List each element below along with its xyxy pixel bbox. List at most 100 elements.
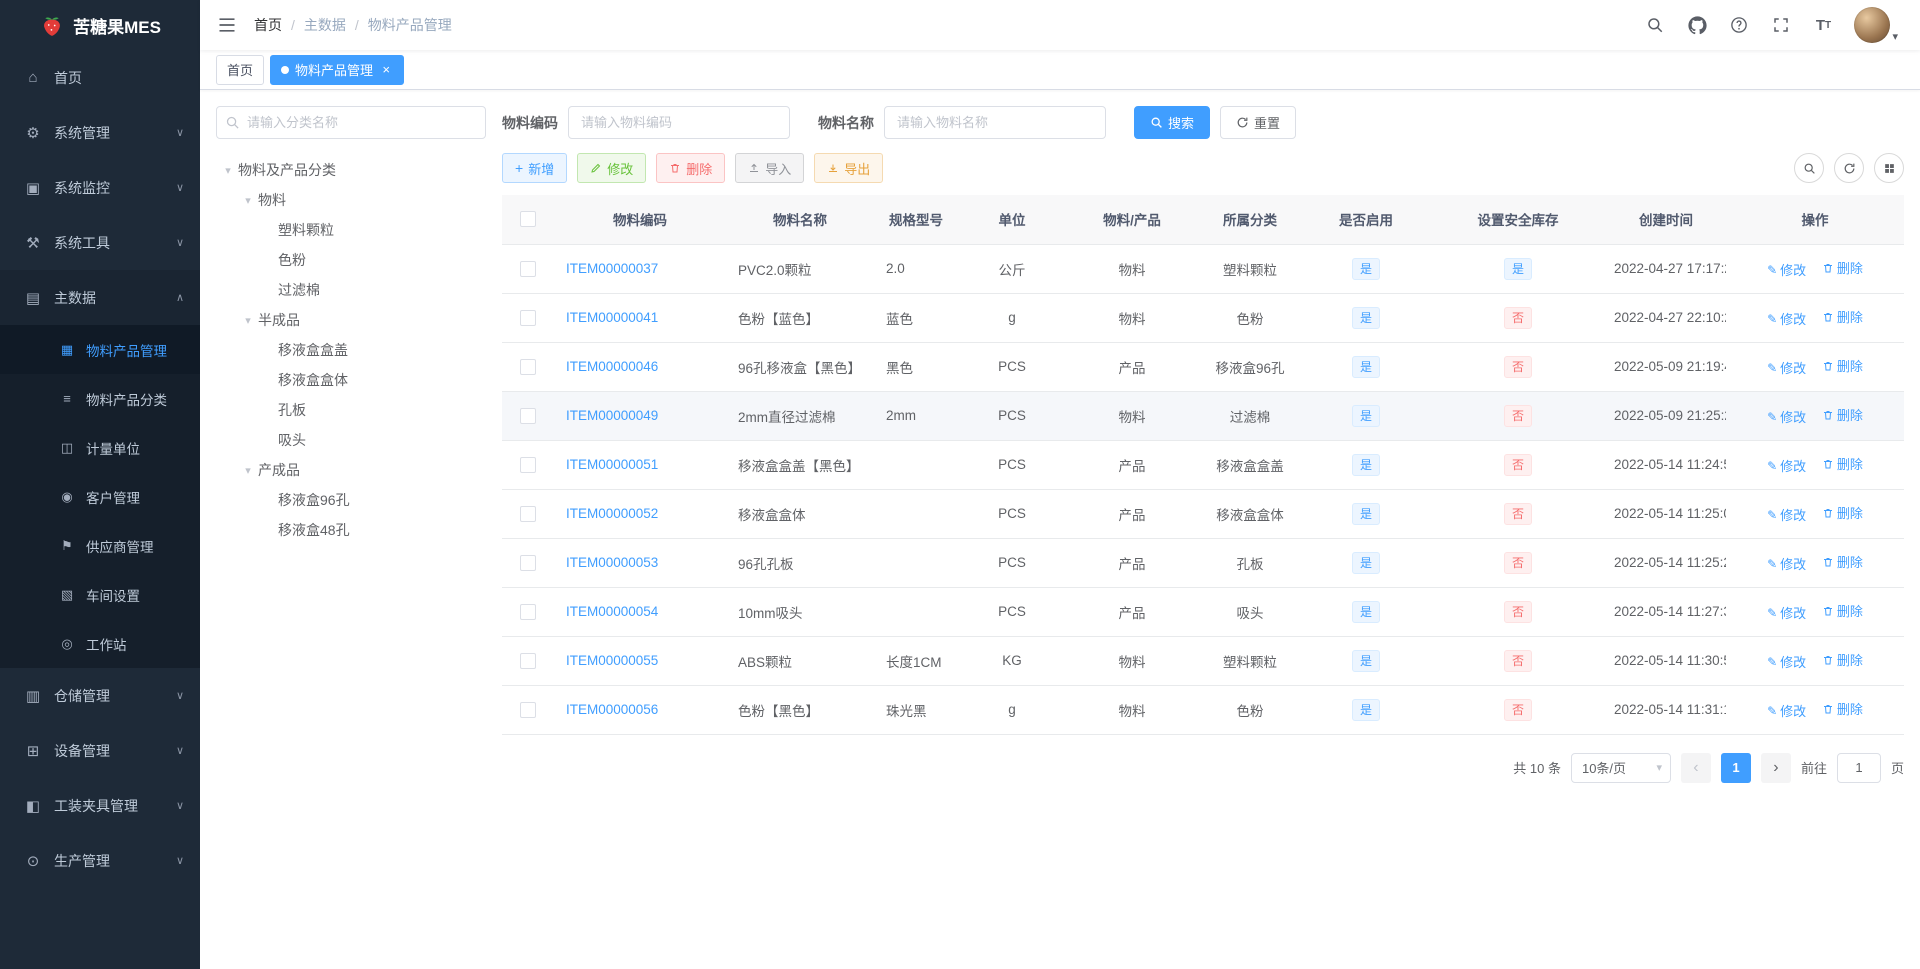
next-page-button[interactable] [1760, 752, 1791, 783]
sidebar-item[interactable]: ◎ 工作站 [0, 619, 200, 668]
tree-node[interactable]: 移液盒96孔 [216, 485, 486, 515]
github-icon[interactable] [1686, 14, 1708, 36]
sidebar-item[interactable]: ▣ 系统监控 ∨ [0, 160, 200, 215]
tree-node[interactable]: 孔板 [216, 395, 486, 425]
category-search-input[interactable] [216, 106, 486, 139]
column-settings-button[interactable] [1874, 153, 1904, 183]
tab[interactable]: 物料产品管理 [270, 54, 405, 85]
breadcrumb-item[interactable]: 首页 [254, 15, 304, 35]
material-code-link[interactable]: ITEM00000053 [566, 555, 658, 570]
table-row[interactable]: ITEM00000041 色粉【蓝色】 蓝色 g 物料 色粉 是 否 2022-… [502, 293, 1904, 343]
material-code-link[interactable]: ITEM00000049 [566, 408, 658, 423]
sidebar-item[interactable]: ⚑ 供应商管理 [0, 521, 200, 570]
row-checkbox[interactable] [520, 603, 536, 620]
import-button[interactable]: 导入 [735, 153, 805, 183]
sidebar-item[interactable]: ▦ 物料产品管理 [0, 325, 200, 374]
sidebar-item[interactable]: ▧ 车间设置 [0, 570, 200, 619]
delete-link[interactable]: 删除 [1822, 699, 1863, 718]
delete-button[interactable]: 删除 [656, 153, 726, 183]
table-row[interactable]: ITEM00000046 96孔移液盒【黑色】 黑色 PCS 产品 移液盒96孔… [502, 342, 1904, 392]
select-all-checkbox[interactable] [520, 211, 536, 228]
delete-link[interactable]: 删除 [1822, 503, 1863, 522]
table-row[interactable]: ITEM00000037 PVC2.0颗粒 2.0 公斤 物料 塑料颗粒 是 是… [502, 244, 1904, 294]
material-code-link[interactable]: ITEM00000041 [566, 310, 658, 325]
row-checkbox[interactable] [520, 554, 536, 571]
help-icon[interactable] [1728, 14, 1750, 36]
search-button[interactable]: 搜索 [1134, 106, 1211, 139]
toggle-search-button[interactable] [1794, 153, 1824, 183]
table-row[interactable]: ITEM00000055 ABS颗粒 长度1CM KG 物料 塑料颗粒 是 否 … [502, 636, 1904, 686]
row-checkbox[interactable] [520, 260, 536, 277]
edit-link[interactable]: ✎ 修改 [1767, 554, 1806, 573]
table-row[interactable]: ITEM00000049 2mm直径过滤棉 2mm PCS 物料 过滤棉 是 否… [502, 391, 1904, 441]
row-checkbox[interactable] [520, 652, 536, 669]
material-code-link[interactable]: ITEM00000046 [566, 359, 658, 374]
sidebar-item[interactable]: ⊞ 设备管理 ∨ [0, 723, 200, 778]
delete-link[interactable]: 删除 [1822, 650, 1863, 669]
table-row[interactable]: ITEM00000053 96孔孔板 PCS 产品 孔板 是 否 2022-05… [502, 538, 1904, 588]
material-code-link[interactable]: ITEM00000055 [566, 653, 658, 668]
current-page-button[interactable]: 1 [1720, 752, 1751, 783]
sidebar-item[interactable]: ◫ 计量单位 [0, 423, 200, 472]
tab-close-icon[interactable] [379, 63, 393, 77]
prev-page-button[interactable] [1680, 752, 1711, 783]
sidebar-item[interactable]: ⚙ 系统管理 ∨ [0, 105, 200, 160]
material-code-link[interactable]: ITEM00000037 [566, 261, 658, 276]
row-checkbox[interactable] [520, 505, 536, 522]
app-logo[interactable]: 苦糖果MES [0, 0, 200, 50]
goto-page-input[interactable] [1836, 752, 1881, 783]
tree-node[interactable]: 色粉 [216, 245, 486, 275]
delete-link[interactable]: 删除 [1822, 405, 1863, 424]
tree-node[interactable]: ▾ 物料及产品分类 [216, 155, 486, 185]
edit-link[interactable]: ✎ 修改 [1767, 652, 1806, 671]
tree-node[interactable]: 塑料颗粒 [216, 215, 486, 245]
material-code-link[interactable]: ITEM00000054 [566, 604, 658, 619]
sidebar-item[interactable]: ⊙ 生产管理 ∨ [0, 833, 200, 888]
tree-node[interactable]: 吸头 [216, 425, 486, 455]
row-checkbox[interactable] [520, 701, 536, 718]
user-avatar[interactable]: ▾ [1854, 7, 1898, 43]
delete-link[interactable]: 删除 [1822, 307, 1863, 326]
material-name-input[interactable] [884, 106, 1106, 139]
edit-link[interactable]: ✎ 修改 [1767, 456, 1806, 475]
fullscreen-icon[interactable] [1770, 14, 1792, 36]
table-row[interactable]: ITEM00000056 色粉【黑色】 珠光黑 g 物料 色粉 是 否 2022… [502, 685, 1904, 735]
sidebar-item[interactable]: ◧ 工装夹具管理 ∨ [0, 778, 200, 833]
edit-button[interactable]: 修改 [577, 153, 647, 183]
page-size-select[interactable]: 10条/页 ▾ [1570, 752, 1671, 783]
delete-link[interactable]: 删除 [1822, 601, 1863, 620]
material-code-link[interactable]: ITEM00000052 [566, 506, 658, 521]
breadcrumb-item[interactable]: 主数据 [304, 15, 368, 35]
sidebar-item[interactable]: ⚒ 系统工具 ∨ [0, 215, 200, 270]
tab[interactable]: 首页 [216, 54, 265, 85]
sidebar-item[interactable]: ▥ 仓储管理 ∨ [0, 668, 200, 723]
delete-link[interactable]: 删除 [1822, 258, 1863, 277]
sidebar-item[interactable]: ▤ 主数据 ∧ [0, 270, 200, 325]
breadcrumb-item[interactable]: 物料产品管理 [368, 15, 452, 35]
tree-node[interactable]: ▾ 产成品 [216, 455, 486, 485]
table-row[interactable]: ITEM00000051 移液盒盒盖【黑色】 PCS 产品 移液盒盒盖 是 否 … [502, 440, 1904, 490]
material-code-input[interactable] [568, 106, 790, 139]
edit-link[interactable]: ✎ 修改 [1767, 358, 1806, 377]
add-button[interactable]: + 新增 [502, 153, 568, 183]
edit-link[interactable]: ✎ 修改 [1767, 407, 1806, 426]
refresh-button[interactable] [1834, 153, 1864, 183]
table-row[interactable]: ITEM00000052 移液盒盒体 PCS 产品 移液盒盒体 是 否 2022… [502, 489, 1904, 539]
table-row[interactable]: ITEM00000054 10mm吸头 PCS 产品 吸头 是 否 2022-0… [502, 587, 1904, 637]
export-button[interactable]: 导出 [814, 153, 884, 183]
sidebar-item[interactable]: ⌂ 首页 [0, 50, 200, 105]
hamburger-icon[interactable] [216, 14, 238, 36]
row-checkbox[interactable] [520, 358, 536, 375]
delete-link[interactable]: 删除 [1822, 356, 1863, 375]
material-code-link[interactable]: ITEM00000051 [566, 457, 658, 472]
tree-node[interactable]: 移液盒盒盖 [216, 335, 486, 365]
tree-node[interactable]: 过滤棉 [216, 275, 486, 305]
row-checkbox[interactable] [520, 309, 536, 326]
reset-button[interactable]: 重置 [1220, 106, 1297, 139]
font-size-icon[interactable]: TT [1812, 14, 1834, 36]
material-code-link[interactable]: ITEM00000056 [566, 702, 658, 717]
delete-link[interactable]: 删除 [1822, 454, 1863, 473]
edit-link[interactable]: ✎ 修改 [1767, 603, 1806, 622]
tree-node[interactable]: 移液盒48孔 [216, 515, 486, 545]
tree-node[interactable]: ▾ 物料 [216, 185, 486, 215]
